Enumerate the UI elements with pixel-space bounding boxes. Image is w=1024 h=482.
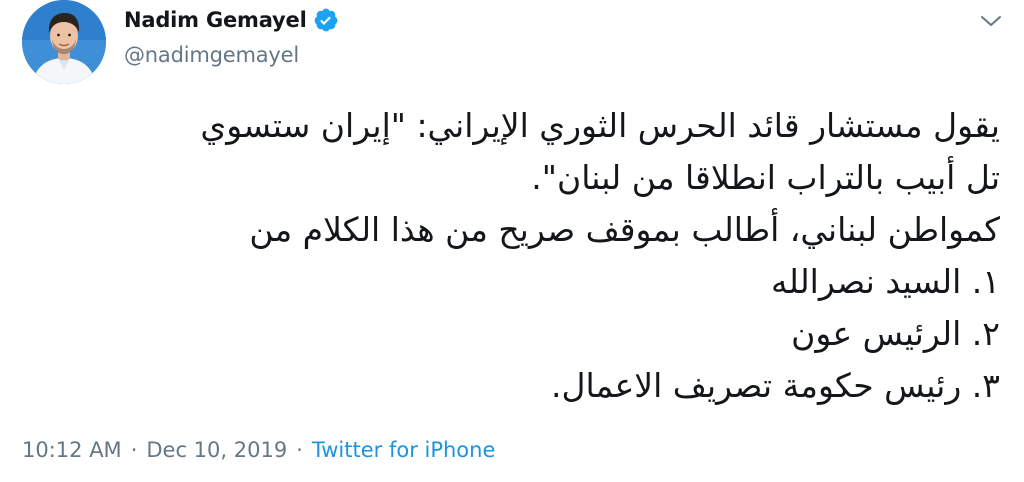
tweet-text-line: ١. السيد نصرالله (771, 262, 1000, 301)
tweet: Nadim Gemayel @nadimgemayel يقول مستشار … (0, 0, 1024, 482)
tweet-source-link[interactable]: Twitter for iPhone (312, 438, 496, 462)
tweet-text-line: يقول مستشار قائد الحرس الثوري الإيراني: … (200, 106, 1000, 145)
tweet-text-line: كمواطن لبناني، أطالب بموقف صريح من هذا ا… (249, 210, 1000, 249)
tweet-time[interactable]: 10:12 AM (22, 438, 122, 462)
author-name-row[interactable]: Nadim Gemayel (124, 6, 339, 34)
author-handle[interactable]: @nadimgemayel (124, 43, 339, 67)
tweet-meta: 10:12 AM · Dec 10, 2019 · Twitter for iP… (22, 438, 495, 462)
tweet-text-line: تل أبيب بالتراب انطلاقا من لبنان". (531, 158, 1000, 197)
chevron-down-icon (981, 16, 1001, 26)
tweet-options-button[interactable] (976, 6, 1006, 36)
tweet-date[interactable]: Dec 10, 2019 (146, 438, 287, 462)
author-display-name[interactable]: Nadim Gemayel (124, 8, 307, 32)
verified-badge-icon (313, 7, 339, 33)
tweet-text-line: ٢. الرئيس عون (791, 314, 1000, 353)
meta-separator: · (296, 438, 303, 462)
author-block: Nadim Gemayel @nadimgemayel (124, 6, 339, 67)
avatar-image (22, 0, 106, 84)
meta-separator: · (130, 438, 138, 462)
tweet-text: يقول مستشار قائد الحرس الثوري الإيراني: … (40, 100, 1000, 412)
tweet-text-line: ٣. رئيس حكومة تصريف الاعمال. (550, 366, 1000, 405)
avatar[interactable] (22, 0, 106, 84)
